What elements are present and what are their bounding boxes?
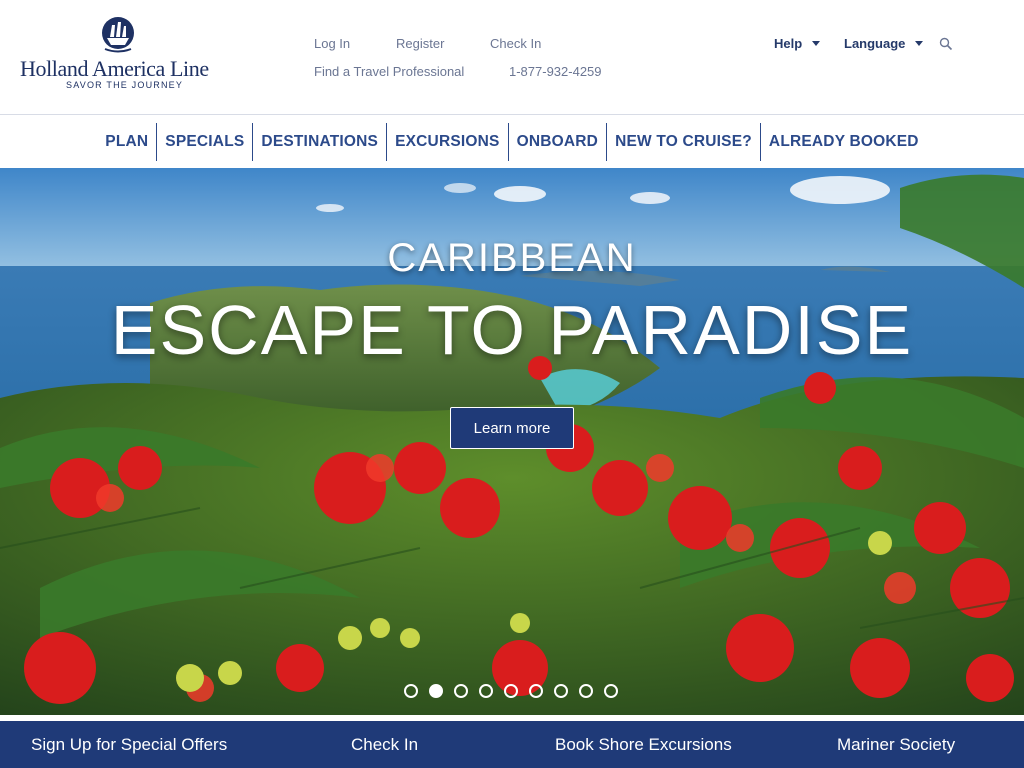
- chevron-down-icon: [812, 41, 821, 46]
- nav-item-excursions[interactable]: EXCURSIONS: [387, 123, 508, 161]
- carousel-dot[interactable]: [529, 684, 543, 698]
- carousel-dot[interactable]: [454, 684, 468, 698]
- nav-item-plan[interactable]: PLAN: [97, 123, 156, 161]
- mariner-society-link[interactable]: Mariner Society: [837, 735, 955, 755]
- register-link[interactable]: Register: [396, 36, 444, 51]
- hero-kicker: CARIBBEAN: [387, 236, 637, 280]
- main-nav: PLAN SPECIALS DESTINATIONS EXCURSIONS ON…: [0, 115, 1024, 168]
- learn-more-button[interactable]: Learn more: [450, 407, 574, 449]
- brand-name: Holland America Line: [20, 56, 209, 81]
- find-travel-professional-link[interactable]: Find a Travel Professional: [314, 64, 464, 79]
- carousel-dot[interactable]: [429, 684, 443, 698]
- phone-number-link[interactable]: 1-877-932-4259: [509, 64, 602, 79]
- book-shore-excursions-link[interactable]: Book Shore Excursions: [555, 735, 732, 755]
- nav-item-destinations[interactable]: DESTINATIONS: [253, 123, 386, 161]
- ship-emblem-icon: [102, 17, 134, 53]
- hero-carousel[interactable]: CARIBBEAN ESCAPE TO PARADISE Learn more: [0, 168, 1024, 715]
- help-label: Help: [774, 36, 803, 51]
- nav-item-onboard[interactable]: ONBOARD: [509, 123, 606, 161]
- bottom-checkin-link[interactable]: Check In: [351, 735, 418, 755]
- login-link[interactable]: Log In: [314, 36, 350, 51]
- nav-item-new-to-cruise[interactable]: NEW TO CRUISE?: [607, 123, 760, 161]
- carousel-dot[interactable]: [579, 684, 593, 698]
- language-dropdown[interactable]: Language: [844, 36, 924, 51]
- quick-links-bar: Sign Up for Special Offers Check In Book…: [0, 715, 1024, 768]
- carousel-dot[interactable]: [604, 684, 618, 698]
- hero-title: ESCAPE TO PARADISE: [110, 291, 914, 369]
- nav-item-specials[interactable]: SPECIALS: [157, 123, 252, 161]
- chevron-down-icon: [915, 41, 924, 46]
- brand-logo[interactable]: Holland America Line SAVOR THE JOURNEY: [20, 16, 230, 96]
- help-dropdown[interactable]: Help: [774, 36, 821, 51]
- carousel-dot[interactable]: [404, 684, 418, 698]
- carousel-dot[interactable]: [554, 684, 568, 698]
- nav-item-already-booked[interactable]: ALREADY BOOKED: [761, 123, 927, 161]
- language-label: Language: [844, 36, 906, 51]
- brand-tagline: SAVOR THE JOURNEY: [66, 80, 184, 90]
- carousel-dot[interactable]: [479, 684, 493, 698]
- carousel-pagination: [404, 684, 618, 698]
- checkin-link[interactable]: Check In: [490, 36, 541, 51]
- search-icon[interactable]: [939, 37, 953, 51]
- carousel-dot[interactable]: [504, 684, 518, 698]
- site-header: Holland America Line SAVOR THE JOURNEY L…: [0, 0, 1024, 115]
- signup-special-offers-link[interactable]: Sign Up for Special Offers: [31, 735, 227, 755]
